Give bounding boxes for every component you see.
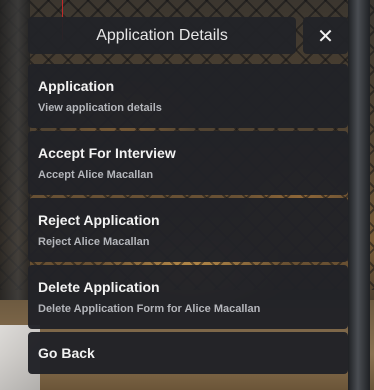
menu-header: Application Details ✕ — [28, 17, 348, 54]
left-pillar — [0, 0, 30, 300]
right-pipe — [348, 0, 370, 390]
application-details-menu: Application Details ✕ Application View a… — [28, 17, 348, 374]
close-icon: ✕ — [317, 23, 334, 48]
menu-item-description: View application details — [38, 101, 162, 114]
menu-items: Application View application details Acc… — [28, 64, 348, 374]
menu-item-description: Delete Application Form for Alice Macall… — [38, 302, 261, 315]
menu-item-reject-application[interactable]: Reject Application Reject Alice Macallan — [28, 198, 348, 262]
menu-item-description: Accept Alice Macallan — [38, 168, 154, 181]
menu-item-title: Reject Application — [38, 211, 160, 228]
menu-item-delete-application[interactable]: Delete Application Delete Application Fo… — [28, 265, 348, 329]
menu-item-go-back[interactable]: Go Back — [28, 332, 348, 374]
menu-item-title: Application — [38, 77, 115, 94]
menu-item-title: Delete Application — [38, 278, 160, 295]
menu-title: Application Details — [28, 17, 296, 54]
menu-item-description: Reject Alice Macallan — [38, 235, 150, 248]
menu-item-title: Accept For Interview — [38, 144, 176, 161]
menu-item-accept-for-interview[interactable]: Accept For Interview Accept Alice Macall… — [28, 131, 348, 195]
menu-item-application[interactable]: Application View application details — [28, 64, 348, 128]
close-button[interactable]: ✕ — [303, 17, 348, 54]
menu-item-title: Go Back — [38, 344, 95, 361]
